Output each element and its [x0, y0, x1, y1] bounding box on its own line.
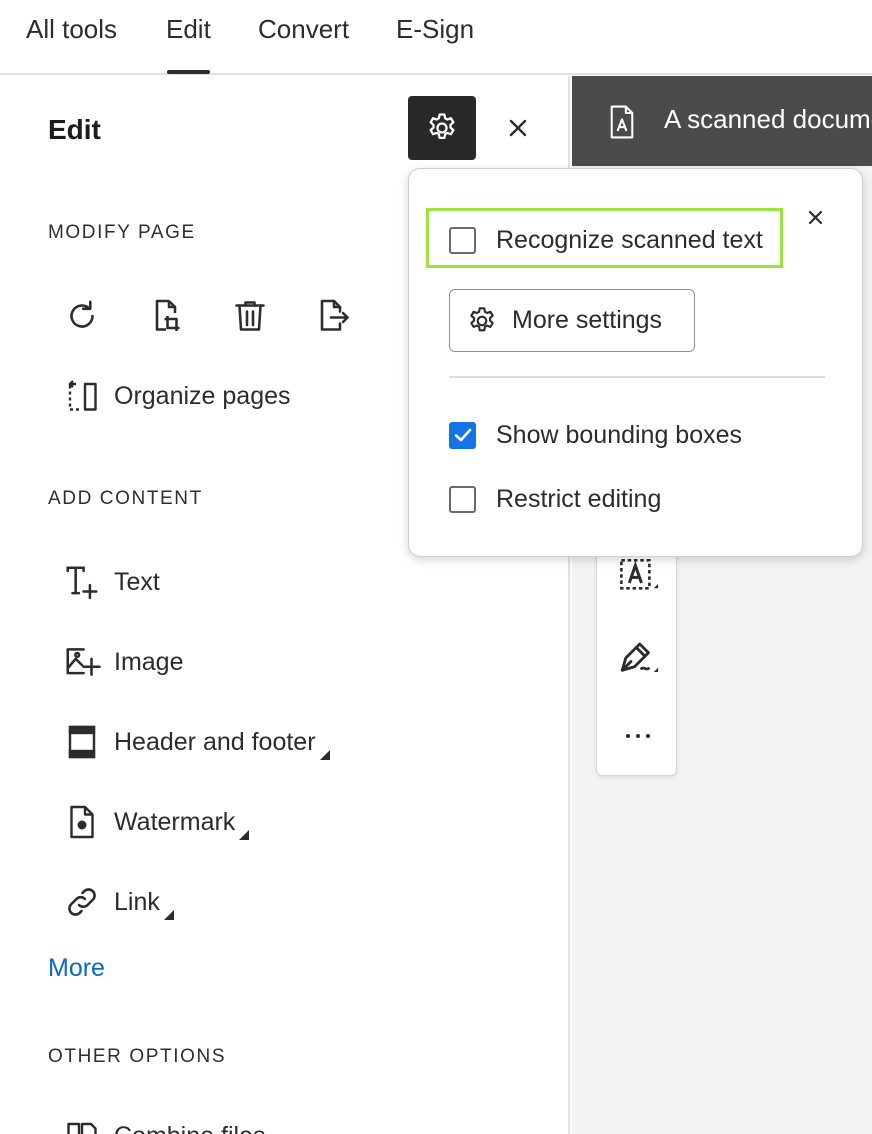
restrict-editing-option[interactable]: Restrict editing	[449, 479, 661, 519]
submenu-indicator	[239, 830, 250, 840]
organize-pages-icon	[68, 380, 97, 411]
text-box-icon	[620, 558, 659, 590]
rotate-page-button[interactable]	[60, 294, 104, 338]
floating-toolbar	[596, 520, 677, 776]
pdf-file-icon	[610, 105, 634, 139]
watermark-label: Watermark	[114, 807, 236, 836]
edit-settings-button[interactable]	[408, 96, 476, 160]
popover-close-button[interactable]	[799, 201, 831, 233]
tab-convert[interactable]: Convert	[258, 14, 349, 45]
recognize-scanned-text-option[interactable]: Recognize scanned text	[449, 220, 763, 260]
section-title-modify-page: MODIFY PAGE	[48, 222, 196, 243]
link-item[interactable]: Link	[62, 880, 174, 924]
more-settings-button[interactable]: More settings	[449, 289, 695, 352]
draw-tool[interactable]	[615, 635, 661, 681]
watermark-item[interactable]: Watermark	[62, 800, 250, 844]
text-recognition-tool[interactable]	[615, 553, 661, 599]
close-icon	[509, 119, 527, 137]
restrict-editing-checkbox[interactable]	[449, 485, 476, 513]
add-image-icon	[66, 648, 101, 676]
delete-icon	[235, 301, 265, 331]
submenu-indicator	[319, 750, 330, 760]
link-label: Link	[114, 887, 160, 916]
restrict-editing-label: Restrict editing	[496, 484, 662, 513]
recognize-scanned-text-label: Recognize scanned text	[496, 225, 763, 254]
add-text-item[interactable]: Text	[62, 560, 160, 604]
document-file-icon-wrap	[606, 104, 638, 145]
show-bounding-boxes-label: Show bounding boxes	[496, 420, 743, 449]
panel-title: Edit	[48, 114, 101, 145]
show-bounding-boxes-option[interactable]: Show bounding boxes	[449, 415, 742, 455]
edit-settings-popover: Recognize scanned text More settings Sho…	[408, 168, 863, 557]
recognize-scanned-text-checkbox[interactable]	[449, 226, 476, 254]
header-footer-icon	[68, 725, 96, 759]
more-horizontal-icon	[626, 734, 650, 738]
tab-edit[interactable]: Edit	[166, 14, 211, 45]
rotate-icon	[70, 300, 94, 328]
header-footer-label: Header and footer	[114, 727, 316, 756]
submenu-indicator	[163, 910, 174, 920]
more-tools-button[interactable]	[615, 713, 661, 759]
pen-icon	[620, 642, 659, 672]
section-title-add-content: ADD CONTENT	[48, 488, 203, 509]
checkmark-icon	[454, 428, 471, 442]
add-text-label: Text	[114, 567, 160, 596]
extract-page-icon	[320, 299, 349, 331]
close-icon	[808, 210, 822, 224]
add-image-item[interactable]: Image	[62, 640, 183, 684]
combine-files-label: Combine files	[114, 1122, 265, 1134]
tab-e-sign[interactable]: E-Sign	[396, 14, 474, 45]
combine-files-item[interactable]: Combine files	[62, 1114, 265, 1134]
header-footer-item[interactable]: Header and footer	[62, 720, 330, 764]
delete-page-button[interactable]	[228, 294, 272, 338]
more-link[interactable]: More	[48, 954, 105, 983]
close-panel-button[interactable]	[500, 110, 536, 146]
top-tab-bar: All tools Edit Convert E-Sign	[0, 0, 872, 75]
popover-divider	[449, 376, 825, 378]
add-image-label: Image	[114, 647, 184, 676]
crop-page-icon	[155, 299, 180, 331]
section-title-other-options: OTHER OPTIONS	[48, 1046, 227, 1067]
gear-icon	[470, 306, 494, 331]
link-icon	[68, 888, 96, 916]
combine-files-icon	[67, 1122, 97, 1134]
add-text-icon	[66, 566, 98, 600]
crop-page-button[interactable]	[144, 294, 188, 338]
tab-all-tools[interactable]: All tools	[26, 14, 117, 45]
gear-icon	[429, 113, 455, 140]
active-tab-indicator	[167, 70, 210, 74]
show-bounding-boxes-checkbox[interactable]	[449, 421, 476, 449]
extract-page-button[interactable]	[312, 294, 356, 338]
organize-pages-item[interactable]: Organize pages	[62, 374, 291, 418]
watermark-icon	[70, 805, 94, 839]
organize-pages-label: Organize pages	[114, 381, 291, 410]
document-title: A scanned docume	[664, 104, 872, 134]
more-settings-label: More settings	[512, 306, 663, 334]
